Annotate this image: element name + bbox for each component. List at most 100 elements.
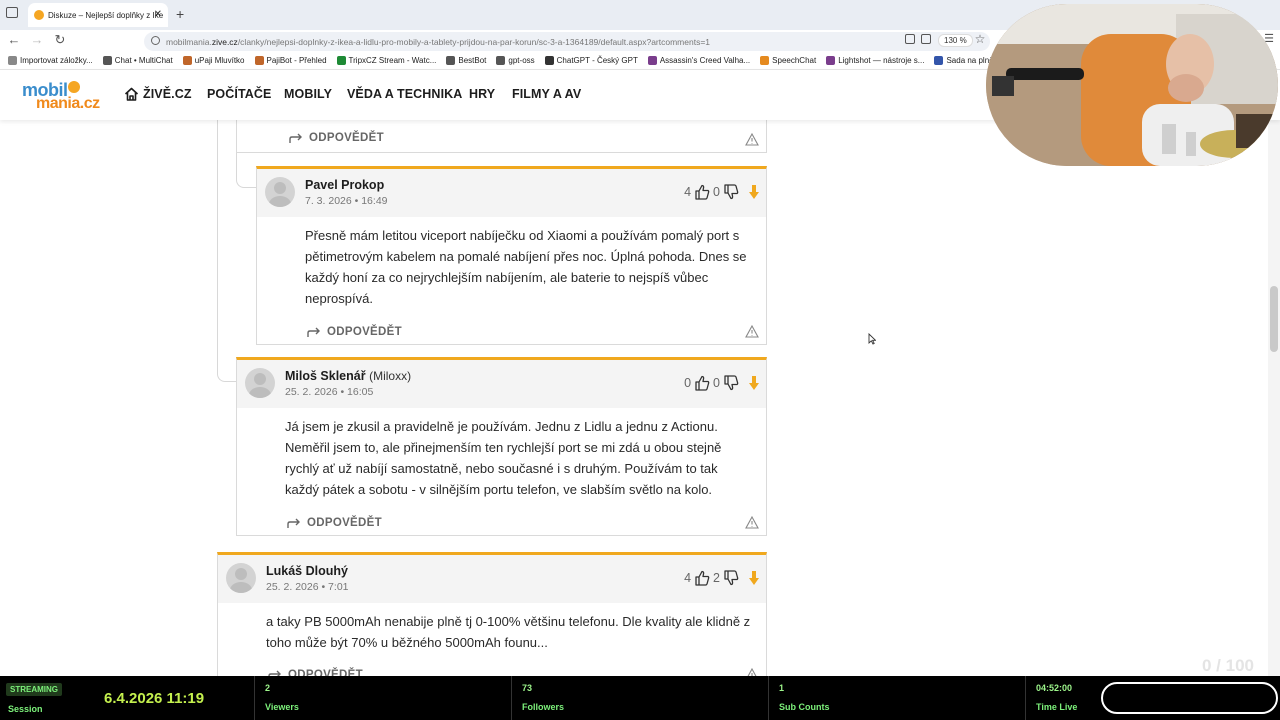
report-warning-icon[interactable] [745, 325, 759, 338]
url-domain: zive.cz [211, 36, 238, 47]
bookmark-favicon-icon [182, 56, 192, 65]
viewers-value: 2 [265, 683, 271, 693]
thumbs-up-icon[interactable] [694, 184, 710, 200]
bookmark-item[interactable]: ChatGPT - Český GPT [544, 56, 638, 65]
comment-card: Lukáš Dlouhý 25. 2. 2026 • 7:01 4 2 a ta… [217, 552, 767, 692]
comment-text: Já jsem je zkusil a pravidelně je použív… [285, 419, 722, 497]
bookmark-favicon-icon [8, 56, 17, 65]
bookmark-label: uPaji Mluvítko [194, 56, 245, 65]
bookmark-favicon-icon [446, 56, 456, 65]
back-icon[interactable]: ← [5, 32, 23, 47]
site-favicon-icon [34, 10, 44, 20]
new-tab-icon[interactable]: + [176, 6, 184, 22]
bookmark-item[interactable]: Lightshot — nástroje s... [826, 56, 924, 65]
time-live-value: 04:52:00 [1036, 683, 1073, 693]
nav-zive[interactable]: ŽIVĚ.CZ [143, 87, 192, 101]
reply-label: ODPOVĚDĚT [309, 132, 384, 144]
reply-button[interactable]: ODPOVĚDĚT [287, 517, 382, 529]
scrollbar-thumb[interactable] [1270, 286, 1278, 352]
comment-author[interactable]: Lukáš Dlouhý [266, 564, 348, 578]
download-icon[interactable] [921, 34, 931, 44]
reply-arrow-icon [289, 133, 302, 143]
bookmark-item[interactable]: Importovat záložky... [8, 56, 93, 65]
dislike-count: 2 [713, 571, 720, 585]
collapse-arrow-icon[interactable] [748, 570, 760, 586]
comment-date: 7. 3. 2026 • 16:49 [305, 195, 388, 207]
comment-card: Miloš Sklenář (Miloxx) 25. 2. 2026 • 16:… [236, 357, 767, 536]
author-name: Pavel Prokop [305, 178, 385, 192]
stream-chat-box[interactable] [1101, 682, 1278, 714]
bookmark-item[interactable]: TripxCZ Stream - Watc... [336, 56, 437, 65]
url-prefix: mobilmania. [166, 36, 212, 47]
dislike-count: 0 [713, 185, 720, 199]
subs-value: 1 [779, 683, 785, 693]
collapse-arrow-icon[interactable] [748, 184, 760, 200]
tab-title: Diskuze – Nejlepší doplňky z Ike [48, 10, 164, 20]
browser-tab-active[interactable]: Diskuze – Nejlepší doplňky z Ike ✕ [28, 3, 168, 27]
zoom-level[interactable]: 130 % [938, 34, 973, 47]
followers-cell: 73 Followers [512, 676, 769, 720]
bookmark-item[interactable]: SpeechChat [760, 56, 816, 65]
thumbs-up-icon[interactable] [694, 570, 710, 586]
site-info-icon[interactable] [151, 36, 160, 45]
bookmark-item[interactable]: BestBot [446, 56, 486, 65]
session-label: Session [8, 704, 43, 714]
bookmark-label: TripxCZ Stream - Watc... [348, 56, 437, 65]
author-name: Miloš Sklenář [285, 369, 366, 383]
nav-hry[interactable]: HRY [469, 87, 495, 101]
bookmark-favicon-icon [647, 56, 657, 65]
reply-label: ODPOVĚDĚT [327, 326, 402, 338]
comment-author[interactable]: Pavel Prokop [305, 178, 384, 192]
nav-veda-a-technika[interactable]: VĚDA A TECHNIKA [347, 87, 462, 101]
logo-sun-icon [68, 81, 80, 93]
stream-status-bar: STREAMING Session 6.4.2026 11:19 2 Viewe… [0, 676, 1280, 720]
comment-text: Přesně mám letitou viceport nabíječku od… [305, 228, 747, 306]
comment-card: Pavel Prokop 7. 3. 2026 • 16:49 4 0 Přes… [256, 166, 767, 345]
url-path: /clanky/nejlepsi-doplnky-z-ikea-a-lidlu-… [237, 36, 711, 47]
bookmark-item[interactable]: uPaji Mluvítko [182, 56, 245, 65]
site-logo[interactable]: mobil mania.cz [22, 80, 112, 112]
home-icon[interactable] [124, 87, 139, 101]
subs-label: Sub Counts [779, 702, 830, 712]
reply-button[interactable]: ODPOVĚDĚT [289, 132, 384, 144]
bookmark-label: BestBot [458, 56, 487, 65]
report-warning-icon[interactable] [745, 133, 759, 146]
nav-pocitace[interactable]: POČÍTAČE [207, 87, 271, 101]
bookmark-item[interactable]: gpt-oss [496, 56, 535, 65]
vote-bar: 0 0 [684, 373, 760, 393]
logo-text-bottom: mania.cz [36, 95, 100, 112]
followers-label: Followers [522, 702, 565, 712]
address-bar[interactable]: mobilmania. zive.cz/clanky/nejlepsi-dopln… [144, 32, 990, 51]
bookmark-label: Lightshot — nástroje s... [838, 56, 925, 65]
thumbs-down-icon[interactable] [723, 184, 739, 200]
tab-list-icon[interactable] [6, 7, 18, 18]
scrollbar-track[interactable] [1268, 120, 1280, 676]
viewers-label: Viewers [265, 702, 299, 712]
viewers-cell: 2 Viewers [255, 676, 512, 720]
bookmark-item[interactable]: Assassin's Creed Valha... [647, 56, 750, 65]
bookmark-favicon-icon [254, 56, 264, 65]
thumbs-down-icon[interactable] [723, 375, 739, 391]
thread-line [217, 120, 237, 382]
thumbs-down-icon[interactable] [723, 570, 739, 586]
reload-icon[interactable]: ↻ [51, 32, 69, 48]
bookmark-favicon-icon [826, 56, 836, 65]
bookmark-label: Chat • MultiChat [114, 56, 173, 65]
reader-mode-icon[interactable] [905, 34, 915, 44]
reply-button[interactable]: ODPOVĚDĚT [307, 326, 402, 338]
bookmark-item[interactable]: Chat • MultiChat [102, 56, 173, 65]
comment-author[interactable]: Miloš Sklenář (Miloxx) [285, 369, 411, 383]
report-warning-icon[interactable] [745, 516, 759, 529]
nav-mobily[interactable]: MOBILY [284, 87, 332, 101]
vote-bar: 4 0 [684, 182, 760, 202]
nav-filmy-a-av[interactable]: FILMY A AV [512, 87, 581, 101]
tab-close-icon[interactable]: ✕ [154, 9, 162, 20]
collapse-arrow-icon[interactable] [748, 375, 760, 391]
bookmark-label: gpt-oss [508, 56, 535, 65]
streaming-badge: STREAMING [6, 683, 62, 696]
comment-date: 25. 2. 2026 • 16:05 [285, 386, 374, 398]
forward-icon[interactable]: → [28, 32, 46, 47]
bookmark-star-icon[interactable]: ☆ [971, 32, 989, 46]
bookmark-item[interactable]: PajiBot - Přehled [254, 56, 327, 65]
thumbs-up-icon[interactable] [694, 375, 710, 391]
